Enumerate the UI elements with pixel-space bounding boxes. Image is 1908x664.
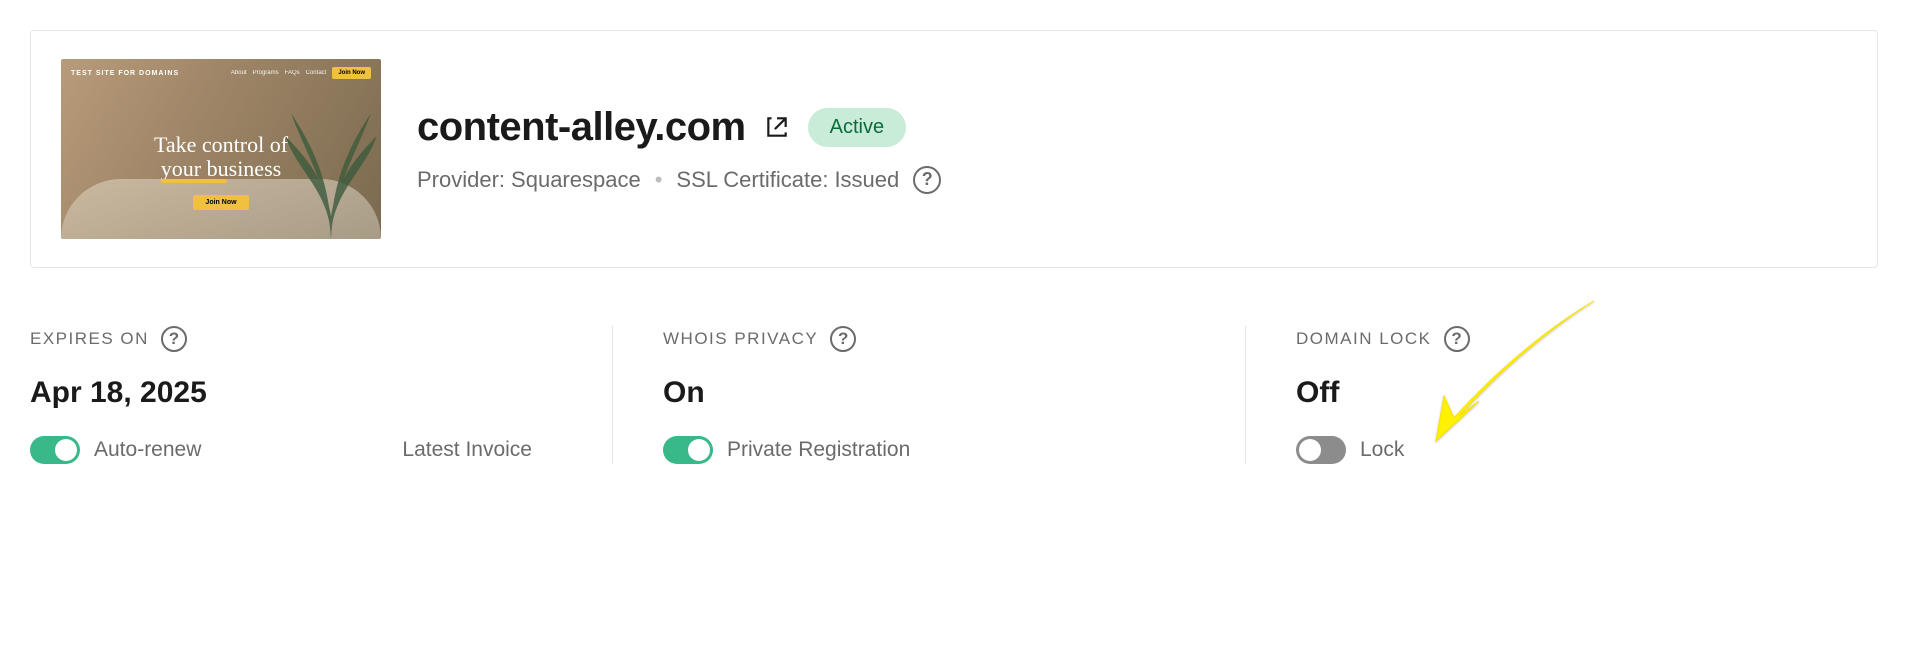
auto-renew-label: Auto-renew — [94, 438, 201, 462]
domain-name: content-alley.com — [417, 105, 746, 150]
help-icon[interactable]: ? — [161, 326, 187, 352]
private-registration-label: Private Registration — [727, 438, 910, 462]
ssl-value: Issued — [834, 167, 899, 193]
thumbnail-cta: Join Now — [332, 67, 371, 79]
thumbnail-hero-line: Take control of — [154, 133, 288, 157]
domain-lock-label: DOMAIN LOCK — [1296, 329, 1432, 349]
auto-renew-toggle[interactable] — [30, 436, 80, 464]
domain-header-info: content-alley.com Active Provider: Squar… — [417, 105, 1847, 194]
domain-lock-value: Off — [1296, 376, 1848, 410]
domain-lock-toggle[interactable] — [1296, 436, 1346, 464]
site-thumbnail[interactable]: TEST SITE FOR DOMAINS About Programs FAQ… — [61, 59, 381, 239]
help-icon[interactable]: ? — [1444, 326, 1470, 352]
latest-invoice-link[interactable]: Latest Invoice — [402, 438, 532, 462]
whois-panel: WHOIS PRIVACY ? On Private Registration — [612, 326, 1245, 464]
provider-label: Provider: — [417, 167, 505, 193]
thumbnail-hero-line: your business — [161, 157, 281, 181]
status-badge: Active — [808, 108, 906, 147]
whois-label: WHOIS PRIVACY — [663, 329, 818, 349]
expires-panel: EXPIRES ON ? Apr 18, 2025 Auto-renew Lat… — [30, 326, 612, 464]
thumbnail-nav-item: Contact — [306, 70, 327, 76]
thumbnail-brand: TEST SITE FOR DOMAINS — [71, 70, 179, 77]
private-registration-toggle[interactable] — [663, 436, 713, 464]
expires-value: Apr 18, 2025 — [30, 376, 582, 410]
thumbnail-nav-item: About — [231, 70, 247, 76]
help-icon[interactable]: ? — [913, 166, 941, 194]
provider-value: Squarespace — [511, 167, 641, 193]
external-link-icon[interactable] — [764, 114, 790, 140]
expires-label: EXPIRES ON — [30, 329, 149, 349]
separator-dot: • — [655, 167, 663, 193]
whois-value: On — [663, 376, 1215, 410]
thumbnail-nav-item: Programs — [253, 70, 279, 76]
domain-lock-toggle-label: Lock — [1360, 438, 1404, 462]
domain-info-panels: EXPIRES ON ? Apr 18, 2025 Auto-renew Lat… — [30, 326, 1878, 464]
thumbnail-nav-item: FAQs — [285, 70, 300, 76]
domain-header-card: TEST SITE FOR DOMAINS About Programs FAQ… — [30, 30, 1878, 268]
ssl-label: SSL Certificate: — [676, 167, 828, 193]
thumbnail-hero-cta: Join Now — [193, 195, 248, 210]
domain-lock-panel: DOMAIN LOCK ? Off Lock — [1245, 326, 1878, 464]
help-icon[interactable]: ? — [830, 326, 856, 352]
